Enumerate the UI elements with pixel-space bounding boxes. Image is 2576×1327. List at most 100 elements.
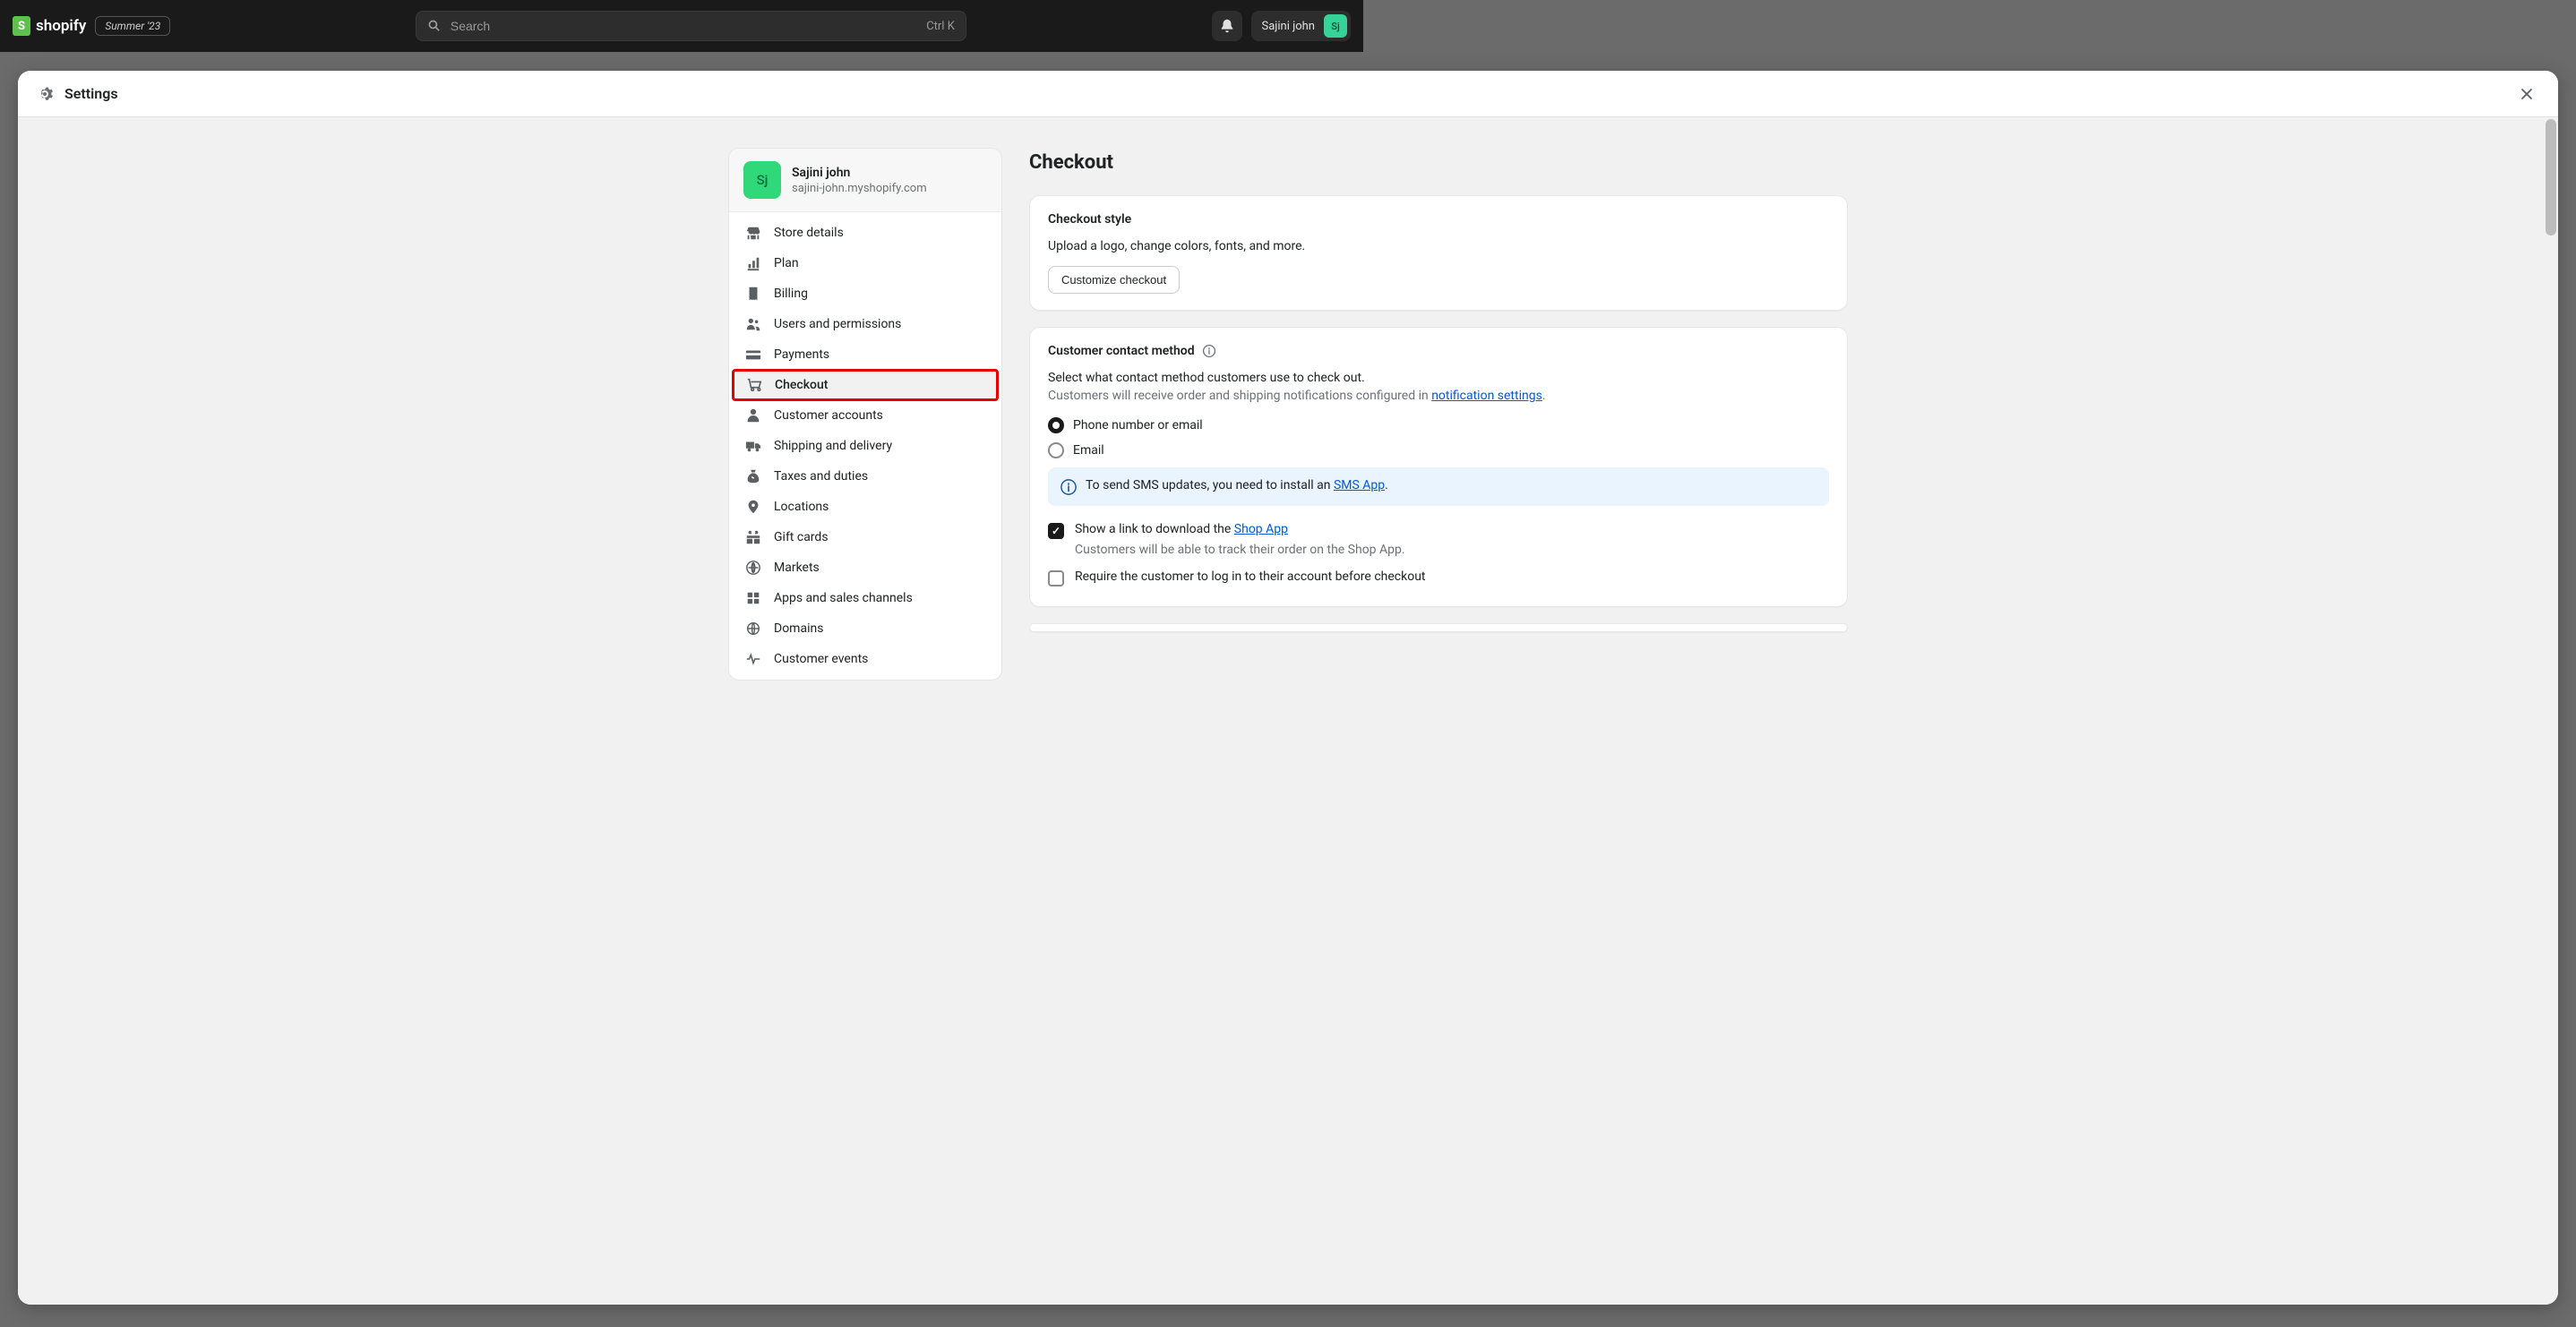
settings-sidebar: Sj Sajini john sajini-john.myshopify.com… xyxy=(728,148,1002,681)
card-title-text: Customer contact method xyxy=(1048,344,1195,358)
search-box[interactable]: Ctrl K xyxy=(416,11,966,41)
sms-info-banner: To send SMS updates, you need to install… xyxy=(1048,467,1829,506)
card-title: Customer contact method xyxy=(1048,344,1829,358)
top-right: Sajini john Sj xyxy=(1212,11,1352,41)
checkout-style-card: Checkout style Upload a logo, change col… xyxy=(1029,195,1848,311)
scrollbar-track[interactable] xyxy=(2544,117,2558,1305)
sub-pre: Customers will receive order and shippin… xyxy=(1048,389,1431,403)
store-avatar: Sj xyxy=(743,161,781,199)
grid-icon xyxy=(745,590,761,606)
gift-icon xyxy=(745,529,761,545)
sidebar-item-label: Taxes and duties xyxy=(774,469,868,484)
radio-label: Phone number or email xyxy=(1073,418,1203,432)
checkbox-require-login[interactable]: Require the customer to log in to their … xyxy=(1048,569,1829,586)
card-icon xyxy=(745,347,761,363)
radio-phone-or-email[interactable]: Phone number or email xyxy=(1048,417,1829,433)
sidebar-item-customer-accounts[interactable]: Customer accounts xyxy=(729,400,1001,431)
modal-header: Settings xyxy=(18,71,2558,117)
sidebar-item-label: Locations xyxy=(774,500,829,514)
sidebar-item-locations[interactable]: Locations xyxy=(729,492,1001,522)
top-bar: shopify Summer '23 Ctrl K Sajini john Sj xyxy=(0,0,1363,52)
sidebar-item-checkout[interactable]: Checkout xyxy=(732,369,999,401)
customize-checkout-button[interactable]: Customize checkout xyxy=(1048,266,1180,294)
card-desc: Upload a logo, change colors, fonts, and… xyxy=(1048,239,1829,253)
sidebar-item-store-details[interactable]: Store details xyxy=(729,218,1001,248)
sidebar-item-payments[interactable]: Payments xyxy=(729,339,1001,370)
modal-title: Settings xyxy=(64,85,118,102)
sidebar-item-billing[interactable]: Billing xyxy=(729,278,1001,309)
close-button[interactable] xyxy=(2513,81,2540,107)
settings-layout: Sj Sajini john sajini-john.myshopify.com… xyxy=(728,117,1848,1305)
sidebar-item-label: Payments xyxy=(774,347,829,362)
shop-app-link[interactable]: Shop App xyxy=(1234,522,1288,536)
sub-post: . xyxy=(1542,389,1546,403)
checkbox-icon xyxy=(1048,570,1064,586)
chart-icon xyxy=(745,255,761,271)
customer-contact-card: Customer contact method Select what cont… xyxy=(1029,327,1848,607)
settings-main: Checkout Checkout style Upload a logo, c… xyxy=(1029,148,1848,1305)
notification-settings-link[interactable]: notification settings xyxy=(1431,389,1542,403)
scrollbar-thumb[interactable] xyxy=(2546,119,2556,235)
modal-title-group: Settings xyxy=(36,85,118,103)
checkbox-subtext: Customers will be able to track their or… xyxy=(1075,543,1829,557)
brand-text: shopify xyxy=(36,17,86,35)
season-badge[interactable]: Summer '23 xyxy=(95,16,170,36)
sidebar-item-label: Customer accounts xyxy=(774,408,883,423)
user-menu[interactable]: Sajini john Sj xyxy=(1251,11,1352,41)
store-card[interactable]: Sj Sajini john sajini-john.myshopify.com xyxy=(729,149,1001,212)
sidebar-item-label: Apps and sales channels xyxy=(774,591,913,605)
sidebar-item-shipping[interactable]: Shipping and delivery xyxy=(729,431,1001,461)
sidebar-item-domains[interactable]: Domains xyxy=(729,613,1001,644)
radio-label: Email xyxy=(1073,443,1104,458)
checkbox-icon xyxy=(1048,523,1064,539)
sidebar-item-label: Customer events xyxy=(774,652,868,666)
sidebar-item-label: Plan xyxy=(774,256,799,270)
sidebar-item-users[interactable]: Users and permissions xyxy=(729,309,1001,339)
bell-icon xyxy=(1219,18,1235,34)
checkbox-label: Show a link to download the Shop App xyxy=(1075,522,1288,536)
sidebar-item-gift-cards[interactable]: Gift cards xyxy=(729,522,1001,552)
info-icon xyxy=(1060,479,1077,495)
settings-nav: Store details Plan Billing Users and per… xyxy=(729,212,1001,680)
sms-app-link[interactable]: SMS App xyxy=(1334,478,1385,492)
cart-icon xyxy=(746,377,762,393)
sidebar-item-label: Shipping and delivery xyxy=(774,439,892,453)
search-wrap: Ctrl K xyxy=(179,11,1202,41)
banner-pre: To send SMS updates, you need to install… xyxy=(1086,478,1334,492)
page-heading: Checkout xyxy=(1029,151,1848,174)
store-icon xyxy=(745,225,761,241)
user-avatar: Sj xyxy=(1324,14,1347,38)
store-url: sajini-john.myshopify.com xyxy=(792,182,927,195)
store-name: Sajini john xyxy=(792,166,927,180)
banner-text: To send SMS updates, you need to install… xyxy=(1086,478,1388,492)
search-shortcut: Ctrl K xyxy=(926,20,955,33)
pin-icon xyxy=(745,499,761,515)
globe-icon xyxy=(745,560,761,576)
search-input[interactable] xyxy=(451,19,917,33)
modal-body: Sj Sajini john sajini-john.myshopify.com… xyxy=(18,117,2558,1305)
next-card-peek xyxy=(1029,623,1848,632)
sidebar-item-markets[interactable]: Markets xyxy=(729,552,1001,583)
banner-post: . xyxy=(1385,478,1388,492)
sidebar-item-customer-events[interactable]: Customer events xyxy=(729,644,1001,674)
shopify-logo[interactable]: shopify xyxy=(13,16,86,36)
sidebar-item-apps[interactable]: Apps and sales channels xyxy=(729,583,1001,613)
sidebar-item-taxes[interactable]: Taxes and duties xyxy=(729,461,1001,492)
person-icon xyxy=(745,407,761,424)
info-icon[interactable] xyxy=(1202,344,1216,358)
sidebar-item-label: Domains xyxy=(774,621,823,636)
gear-icon xyxy=(36,85,54,103)
money-bag-icon xyxy=(745,468,761,484)
sidebar-item-label: Checkout xyxy=(775,378,828,392)
checkbox-show-shop-app-link[interactable]: Show a link to download the Shop App xyxy=(1048,522,1829,539)
close-icon xyxy=(2520,87,2534,101)
radio-email[interactable]: Email xyxy=(1048,442,1829,458)
notifications-button[interactable] xyxy=(1212,11,1242,41)
sidebar-item-label: Billing xyxy=(774,287,808,301)
sidebar-item-plan[interactable]: Plan xyxy=(729,248,1001,278)
pulse-icon xyxy=(745,651,761,667)
show-link-pre: Show a link to download the xyxy=(1075,522,1234,536)
lead-text: Select what contact method customers use… xyxy=(1048,371,1829,385)
sub-text: Customers will receive order and shippin… xyxy=(1048,389,1829,403)
search-icon xyxy=(427,19,442,33)
